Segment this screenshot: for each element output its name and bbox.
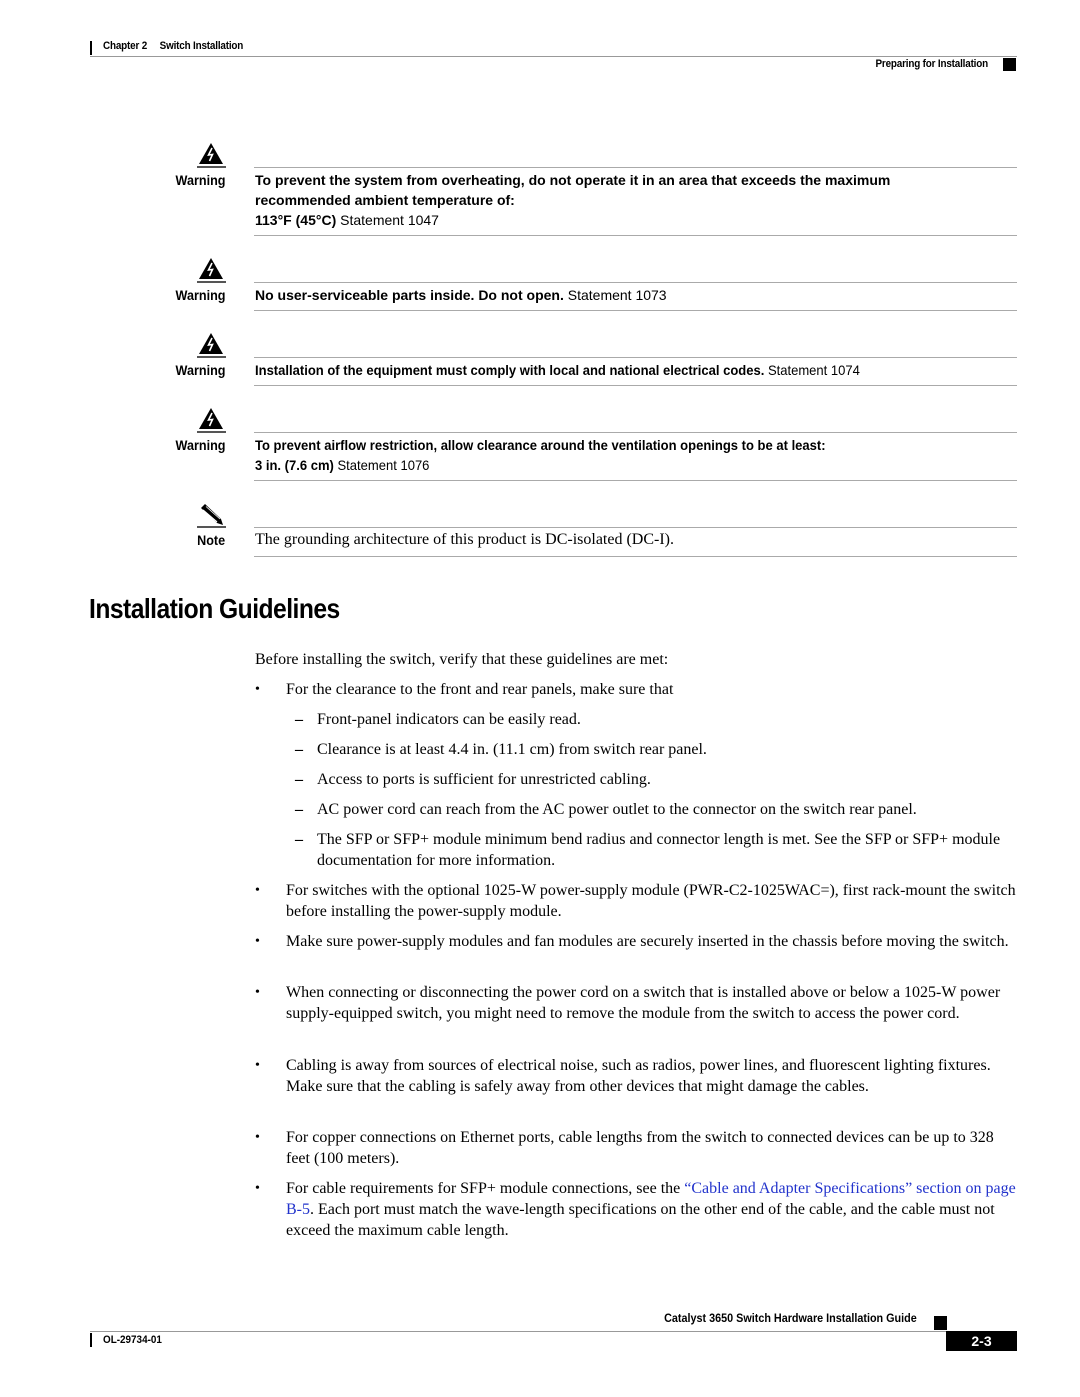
bottom-rule: [254, 310, 1017, 311]
warning-label: Warning: [175, 287, 225, 303]
dash: –: [295, 771, 303, 788]
top-rule: [254, 282, 1017, 283]
bottom-rule: [254, 235, 1017, 236]
dash: –: [295, 741, 303, 758]
warning-label: Warning: [175, 437, 225, 453]
list-item-text: For switches with the optional 1025-W po…: [286, 882, 1016, 920]
list-item-text: When connecting or disconnecting the pow…: [286, 984, 1001, 1022]
footer-marker: [934, 1316, 947, 1330]
header-rule: [90, 56, 1017, 57]
warning-label: Warning: [175, 172, 225, 188]
bottom-rule: [254, 385, 1017, 386]
dash: –: [295, 801, 303, 818]
footer-rule: [90, 1331, 966, 1332]
bullet: •: [255, 1181, 260, 1196]
icon-rule: [197, 526, 226, 528]
warning-line-1: To prevent airflow restriction, allow cl…: [255, 437, 826, 453]
warning-text: Installation of the equipment must compl…: [255, 360, 971, 380]
statement-number: Statement 1076: [337, 457, 430, 473]
running-header-chapter: Chapter 2 Switch Installation: [103, 40, 243, 52]
warning-text: To prevent the system from overheating, …: [255, 170, 1025, 230]
top-rule: [254, 167, 1017, 168]
text-after-link: . Each port must match the wave-length s…: [286, 1201, 995, 1239]
document-number: OL-29734-01: [103, 1334, 162, 1346]
sub-list-item-text: The SFP or SFP+ module minimum bend radi…: [317, 831, 1001, 869]
bottom-rule: [254, 556, 1017, 557]
bullet: •: [255, 985, 260, 1000]
list-item-text: Cabling is away from sources of electric…: [286, 1057, 991, 1095]
guide-title: Catalyst 3650 Switch Hardware Installati…: [664, 1311, 917, 1325]
chapter-number: Chapter 2: [103, 40, 148, 52]
clearance-value: 3 in. (7.6 cm): [255, 457, 334, 473]
text-before-link: For cable requirements for SFP+ module c…: [286, 1180, 685, 1197]
warning-text: No user-serviceable parts inside. Do not…: [255, 285, 1025, 305]
bullet: •: [255, 934, 260, 949]
section-intro: Before installing the switch, verify tha…: [255, 651, 669, 668]
warning-lightning-icon: [199, 143, 223, 164]
chapter-title: Switch Installation: [159, 40, 244, 52]
warning-line-1: Installation of the equipment must compl…: [255, 362, 765, 378]
statement-number: Statement 1047: [340, 212, 439, 228]
header-bar: [90, 41, 92, 55]
top-rule: [254, 432, 1017, 433]
warning-lightning-icon: [199, 333, 223, 354]
note-pencil-icon: [201, 504, 223, 525]
running-header-section: Preparing for Installation: [875, 58, 989, 70]
top-rule: [254, 527, 1017, 528]
page-number: 2-3: [946, 1331, 1017, 1351]
header-marker: [1003, 58, 1016, 71]
warning-label: Warning: [175, 362, 225, 378]
icon-rule: [197, 281, 226, 283]
bottom-rule: [254, 480, 1017, 481]
temperature-value: 113°F (45°C): [255, 212, 337, 228]
bullet: •: [255, 682, 260, 697]
warning-line-1: No user-serviceable parts inside. Do not…: [255, 287, 564, 303]
sub-list-item-text: Clearance is at least 4.4 in. (11.1 cm) …: [317, 741, 707, 758]
list-item-text: For cable requirements for SFP+ module c…: [286, 1178, 1016, 1241]
footer-bar: [90, 1333, 92, 1347]
list-item-text: Make sure power-supply modules and fan m…: [286, 933, 1009, 950]
note-text: The grounding architecture of this produ…: [255, 531, 674, 548]
list-item-text: For the clearance to the front and rear …: [286, 681, 674, 698]
icon-rule: [197, 431, 226, 433]
warning-line-2: recommended ambient temperature of:: [255, 192, 515, 208]
bullet: •: [255, 1058, 260, 1073]
sub-list-item-text: Access to ports is sufficient for unrest…: [317, 771, 651, 788]
top-rule: [254, 357, 1017, 358]
sub-list-item-text: Front-panel indicators can be easily rea…: [317, 711, 581, 728]
bullet: •: [255, 883, 260, 898]
icon-rule: [197, 356, 226, 358]
dash: –: [295, 711, 303, 728]
warning-lightning-icon: [199, 408, 223, 429]
statement-number: Statement 1073: [567, 287, 667, 303]
sub-list-item-text: AC power cord can reach from the AC powe…: [317, 801, 917, 818]
warning-lightning-icon: [199, 258, 223, 279]
icon-rule: [197, 166, 226, 168]
dash: –: [295, 831, 303, 848]
bullet: •: [255, 1130, 260, 1145]
statement-number: Statement 1074: [767, 362, 860, 378]
warning-text: To prevent airflow restriction, allow cl…: [255, 435, 971, 475]
section-title: Installation Guidelines: [89, 593, 340, 624]
note-label: Note: [196, 532, 225, 548]
list-item-text: For copper connections on Ethernet ports…: [286, 1129, 994, 1167]
warning-line-1: To prevent the system from overheating, …: [255, 172, 891, 188]
